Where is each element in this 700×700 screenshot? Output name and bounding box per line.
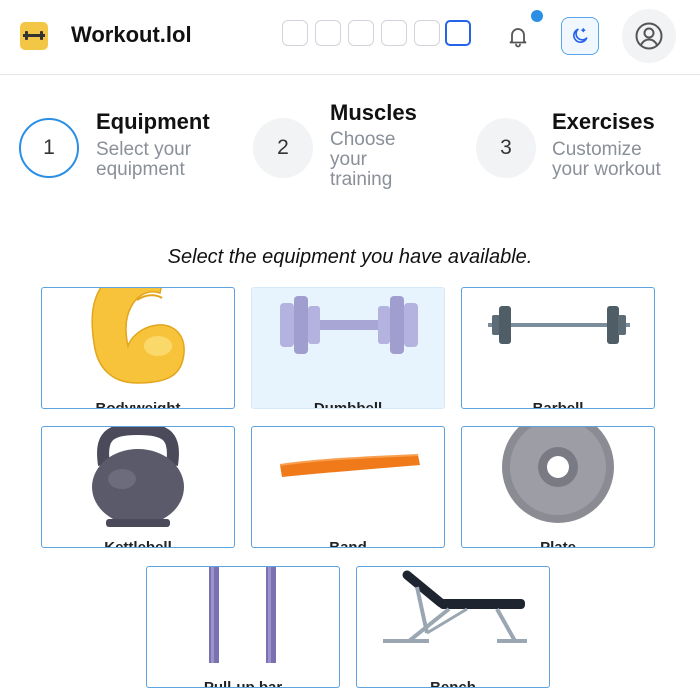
instruction-text: Select the equipment you have available.	[167, 246, 533, 268]
equipment-card-bodyweight[interactable]: Bodyweight	[41, 287, 235, 409]
equipment-label: Bench	[430, 679, 476, 688]
dumbbell-icon	[280, 296, 418, 354]
kettlebell-icon	[92, 427, 184, 527]
barbell-icon	[488, 306, 630, 344]
step-1-circle[interactable]: 1	[19, 118, 79, 178]
theme-toggle-button[interactable]	[561, 17, 599, 55]
bell-icon[interactable]	[506, 24, 530, 48]
moon-icon	[573, 28, 588, 43]
equipment-label: Pull-up bar	[203, 679, 283, 688]
step-2-description: Choose your training	[330, 129, 396, 190]
pull-up-bar-icon	[209, 567, 276, 663]
step-3-title: Exercises	[552, 109, 655, 134]
equipment-card-bench[interactable]: Bench	[356, 566, 550, 688]
weight-plate-icon	[502, 427, 614, 523]
step-1-description: Select your equipment	[96, 139, 192, 180]
step-2-circle[interactable]: 2	[253, 118, 313, 178]
user-circle-icon	[635, 22, 663, 50]
equipment-label: Barbell	[532, 400, 584, 409]
equipment-card-kettlebell[interactable]: Kettlebell	[41, 426, 235, 548]
equipment-card-pull-up-bar[interactable]: Pull-up bar	[146, 566, 340, 688]
step-indicator-square[interactable]	[348, 20, 374, 46]
step-indicator-square[interactable]	[315, 20, 341, 46]
equipment-label: Dumbbell	[313, 400, 383, 409]
notification-badge	[531, 10, 543, 22]
equipment-label: Plate	[540, 539, 576, 548]
equipment-card-dumbbell[interactable]: Dumbbell	[251, 287, 445, 409]
app-title[interactable]: Workout.lol	[71, 22, 192, 48]
step-indicator-square[interactable]	[414, 20, 440, 46]
step-3-circle[interactable]: 3	[476, 118, 536, 178]
resistance-band-icon	[279, 454, 420, 477]
step-3-description: Customize your workout	[552, 139, 661, 180]
equipment-card-barbell[interactable]: Barbell	[461, 287, 655, 409]
step-indicator-square[interactable]	[282, 20, 308, 46]
dumbbell-icon[interactable]	[20, 22, 48, 50]
profile-button[interactable]	[622, 9, 676, 63]
flexed-biceps-icon	[91, 288, 185, 384]
step-indicator-square[interactable]	[381, 20, 407, 46]
step-2-title: Muscles	[330, 100, 417, 125]
step-indicator-square-active[interactable]	[445, 20, 471, 46]
equipment-label: Band	[329, 539, 367, 548]
bench-icon	[383, 570, 527, 643]
equipment-label: Kettlebell	[104, 539, 172, 548]
equipment-card-plate[interactable]: Plate	[461, 426, 655, 548]
equipment-label: Bodyweight	[95, 400, 181, 409]
equipment-card-band[interactable]: Band	[251, 426, 445, 548]
step-1-title: Equipment	[96, 109, 210, 134]
app-header: Workout.lol	[0, 0, 700, 75]
